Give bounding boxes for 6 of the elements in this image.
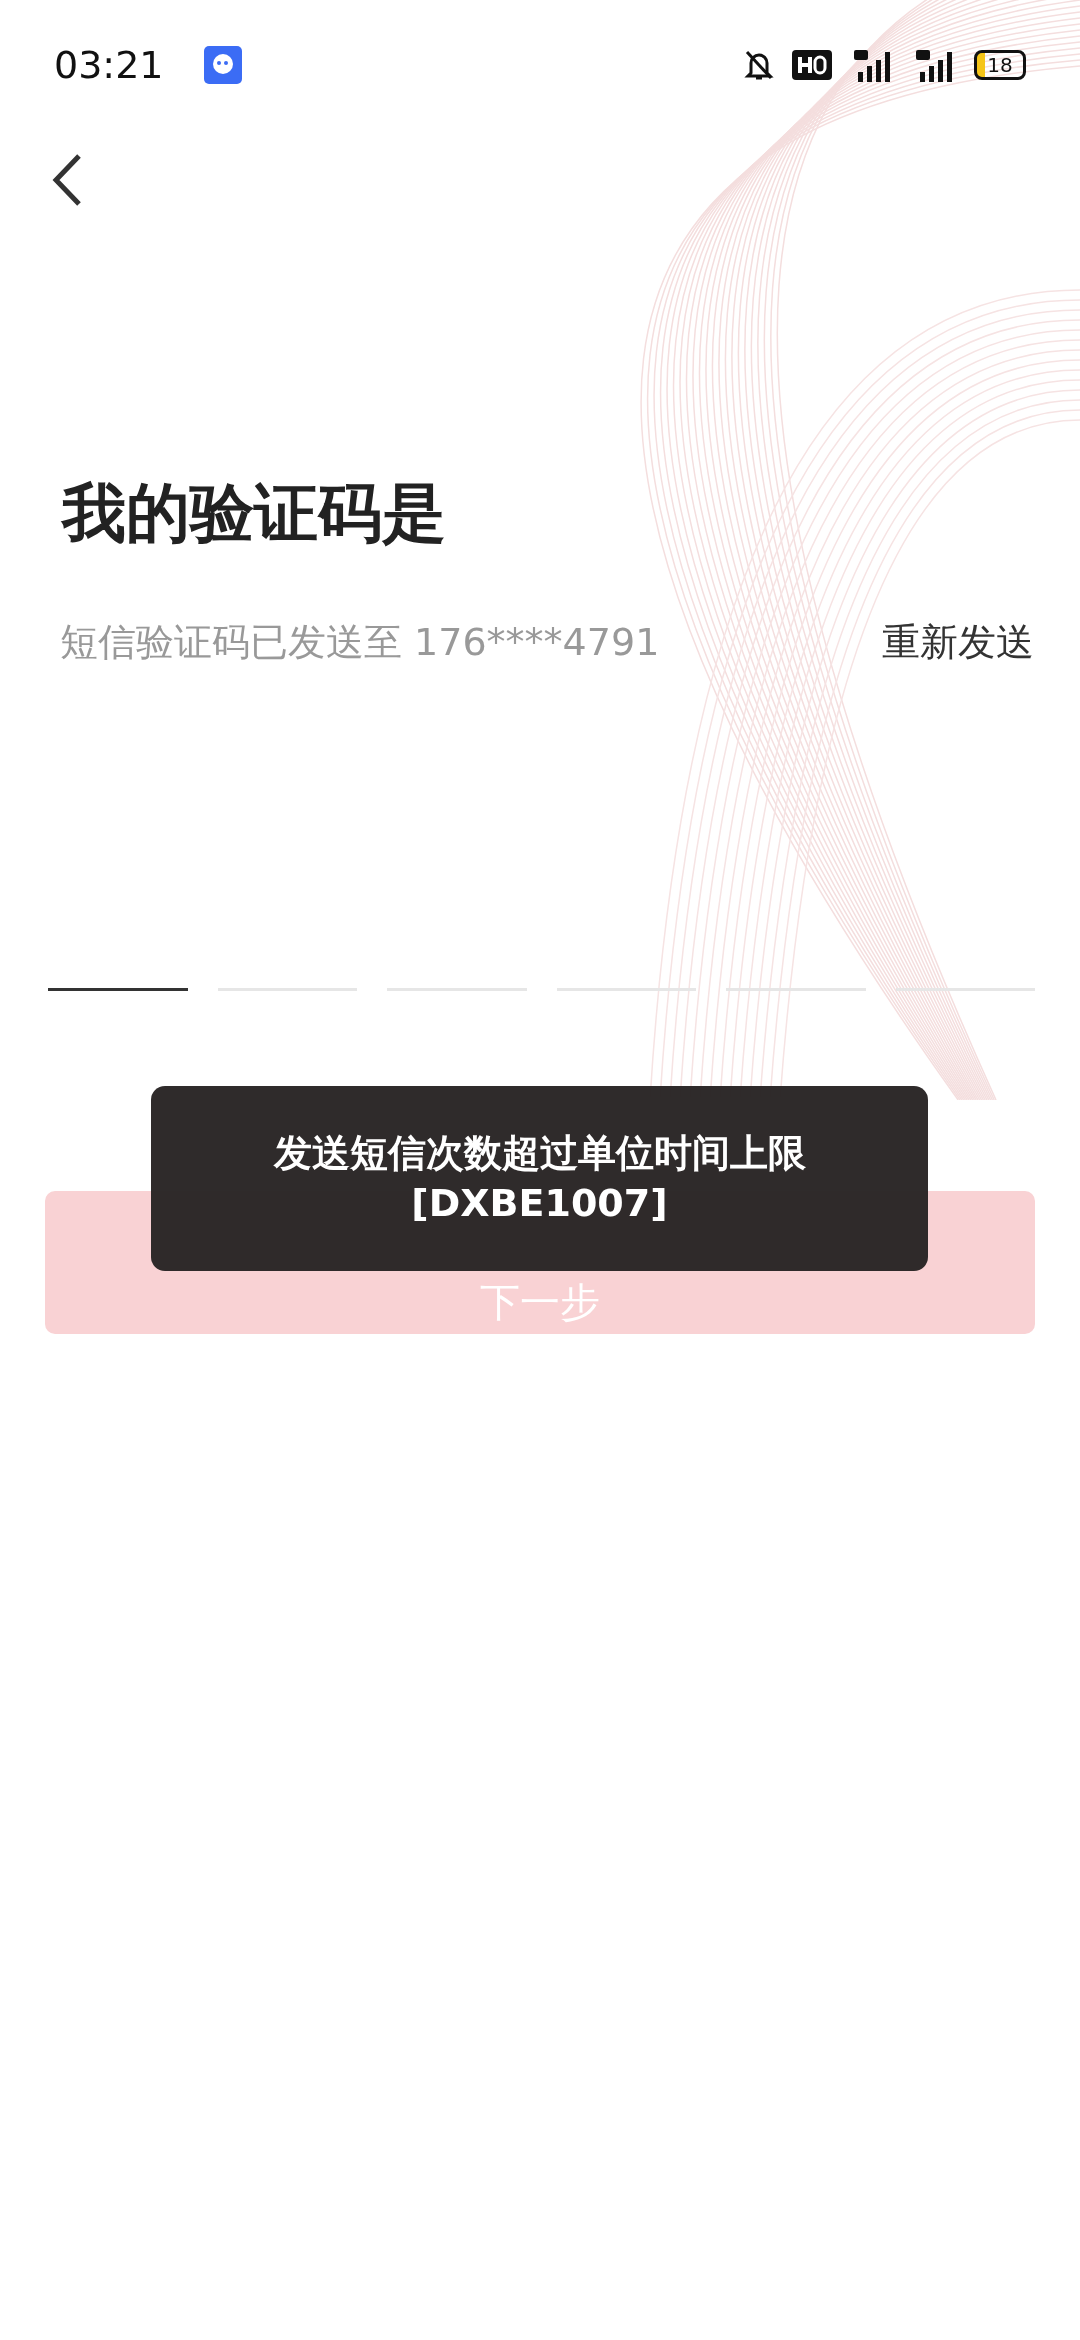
battery-icon: 18 [974,50,1026,80]
sms-sent-text: 短信验证码已发送至 176****4791 [60,619,660,666]
status-time: 03:21 [54,43,164,87]
page-title: 我的验证码是 [62,475,447,552]
toast-message: [DXBE1007] [411,1179,668,1227]
toast-message: 发送短信次数超过单位时间上限 [273,1130,806,1178]
